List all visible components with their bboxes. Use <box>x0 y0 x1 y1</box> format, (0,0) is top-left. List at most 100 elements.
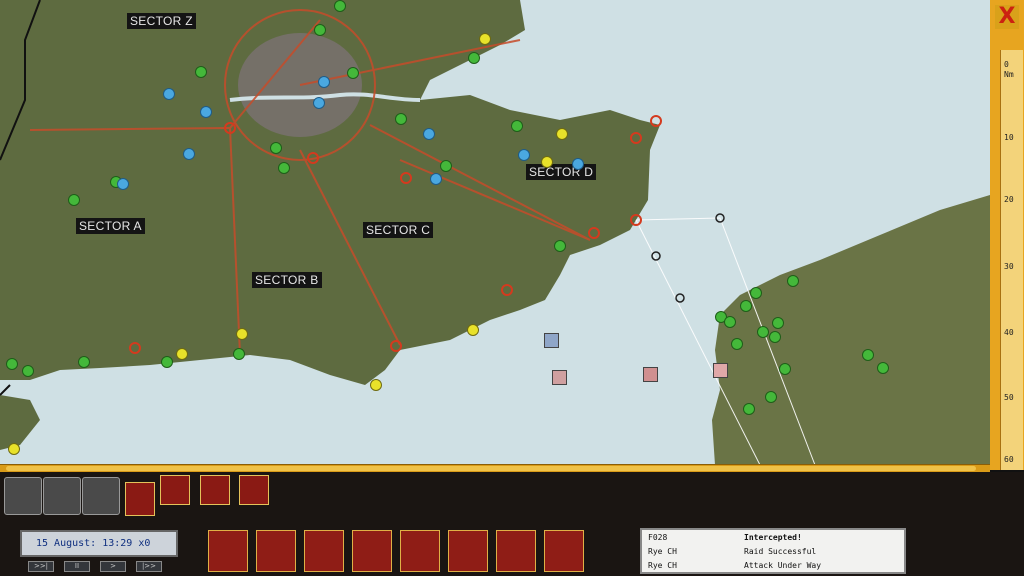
fighter-station-marker[interactable] <box>572 158 584 170</box>
message-log[interactable]: F028 Intercepted! Rye CH Raid Successful… <box>640 528 906 574</box>
airfield-marker[interactable] <box>68 194 80 206</box>
damaged-target-marker[interactable] <box>630 214 642 226</box>
airfield-marker[interactable] <box>195 66 207 78</box>
airfield-marker[interactable] <box>862 349 874 361</box>
airfield-marker[interactable] <box>740 300 752 312</box>
scale-tick: 40 <box>1004 328 1014 337</box>
radar-station-marker[interactable] <box>8 443 20 455</box>
airfield-marker[interactable] <box>779 363 791 375</box>
fighter-station-marker[interactable] <box>430 173 442 185</box>
hierarchy-icon[interactable] <box>256 530 296 572</box>
telephone-icon[interactable] <box>43 477 81 515</box>
squadron-icon[interactable] <box>160 475 190 505</box>
airfield-marker[interactable] <box>161 356 173 368</box>
airfield-marker[interactable] <box>6 358 18 370</box>
airfield-marker[interactable] <box>78 356 90 368</box>
airfield-marker[interactable] <box>347 67 359 79</box>
airfield-marker[interactable] <box>787 275 799 287</box>
radar-station-marker[interactable] <box>176 348 188 360</box>
fast-forward-button[interactable]: |>> <box>136 561 162 572</box>
airfield-marker[interactable] <box>750 287 762 299</box>
scale-tick: 20 <box>1004 195 1014 204</box>
fighter-station-marker[interactable] <box>163 88 175 100</box>
airfield-marker[interactable] <box>334 0 346 12</box>
aircraft-counter[interactable] <box>552 370 567 385</box>
airfield-marker[interactable] <box>769 331 781 343</box>
airfield-marker[interactable] <box>468 52 480 64</box>
aircraft-counter[interactable] <box>713 363 728 378</box>
play-icon[interactable] <box>239 475 269 505</box>
fighter-station-marker[interactable] <box>318 76 330 88</box>
log-row: Rye CH Attack Under Way <box>648 561 903 573</box>
airfield-marker[interactable] <box>772 317 784 329</box>
fighter-station-marker[interactable] <box>183 148 195 160</box>
log-source: F028 <box>648 533 668 542</box>
map-terrain <box>0 0 990 465</box>
log-message: Raid Successful <box>744 547 817 556</box>
log-row: Rye CH Raid Successful <box>648 547 903 559</box>
rewind-button[interactable]: >>| <box>28 561 54 572</box>
airfield-marker[interactable] <box>731 338 743 350</box>
tactical-map[interactable]: SECTOR Z SECTOR A SECTOR B SECTOR C SECT… <box>0 0 990 465</box>
radar-station-marker[interactable] <box>556 128 568 140</box>
radar-station-marker[interactable] <box>236 328 248 340</box>
damaged-target-marker[interactable] <box>630 132 642 144</box>
airfield-marker[interactable] <box>757 326 769 338</box>
airfield-marker[interactable] <box>511 120 523 132</box>
damaged-target-marker[interactable] <box>129 342 141 354</box>
airfield-marker[interactable] <box>270 142 282 154</box>
log-message: Intercepted! <box>744 533 802 542</box>
aircraft-icon[interactable] <box>304 530 344 572</box>
scale-tick: 30 <box>1004 262 1014 271</box>
airfield-marker[interactable] <box>22 365 34 377</box>
telephone-icon[interactable] <box>4 477 42 515</box>
range-scale[interactable] <box>1000 50 1023 470</box>
airfield-marker[interactable] <box>743 403 755 415</box>
log-source: Rye CH <box>648 547 677 556</box>
fighter-station-marker[interactable] <box>313 97 325 109</box>
damaged-target-marker[interactable] <box>501 284 513 296</box>
damaged-target-marker[interactable] <box>400 172 412 184</box>
raid-map-icon[interactable] <box>125 482 155 516</box>
fighter-station-marker[interactable] <box>200 106 212 118</box>
radio-icon[interactable] <box>544 530 584 572</box>
fighter-station-marker[interactable] <box>117 178 129 190</box>
telephone-icon[interactable] <box>82 477 120 515</box>
scrollbar-thumb[interactable] <box>6 466 976 471</box>
scale-tick: 60 <box>1004 455 1014 464</box>
radar-station-marker[interactable] <box>541 156 553 168</box>
airfield-marker[interactable] <box>395 113 407 125</box>
damaged-target-marker[interactable] <box>307 152 319 164</box>
damaged-target-marker[interactable] <box>650 115 662 127</box>
gauge-icon[interactable] <box>208 530 248 572</box>
airfield-marker[interactable] <box>233 348 245 360</box>
damaged-target-marker[interactable] <box>588 227 600 239</box>
fighter-station-marker[interactable] <box>518 149 530 161</box>
scale-unit: Nm <box>1004 70 1014 79</box>
pilot-portrait-icon[interactable] <box>448 530 488 572</box>
airfield-marker[interactable] <box>877 362 889 374</box>
date-time-display: 15 August: 13:29 x0 <box>20 530 178 557</box>
report-icon[interactable] <box>200 475 230 505</box>
airfield-marker[interactable] <box>278 162 290 174</box>
fighter-station-marker[interactable] <box>423 128 435 140</box>
hangar-icon[interactable] <box>496 530 536 572</box>
close-icon[interactable]: X <box>995 5 1019 29</box>
damaged-target-marker[interactable] <box>224 122 236 134</box>
pause-button[interactable]: II <box>64 561 90 572</box>
airfield-marker[interactable] <box>314 24 326 36</box>
newspaper-icon[interactable] <box>400 530 440 572</box>
airfield-marker[interactable] <box>440 160 452 172</box>
radar-station-marker[interactable] <box>370 379 382 391</box>
flag-icon[interactable] <box>352 530 392 572</box>
airfield-marker[interactable] <box>724 316 736 328</box>
play-button[interactable]: > <box>100 561 126 572</box>
airfield-marker[interactable] <box>554 240 566 252</box>
aircraft-counter[interactable] <box>643 367 658 382</box>
radar-station-marker[interactable] <box>479 33 491 45</box>
aircraft-counter[interactable] <box>544 333 559 348</box>
sector-label: SECTOR B <box>252 272 322 288</box>
airfield-marker[interactable] <box>765 391 777 403</box>
damaged-target-marker[interactable] <box>390 340 402 352</box>
radar-station-marker[interactable] <box>467 324 479 336</box>
